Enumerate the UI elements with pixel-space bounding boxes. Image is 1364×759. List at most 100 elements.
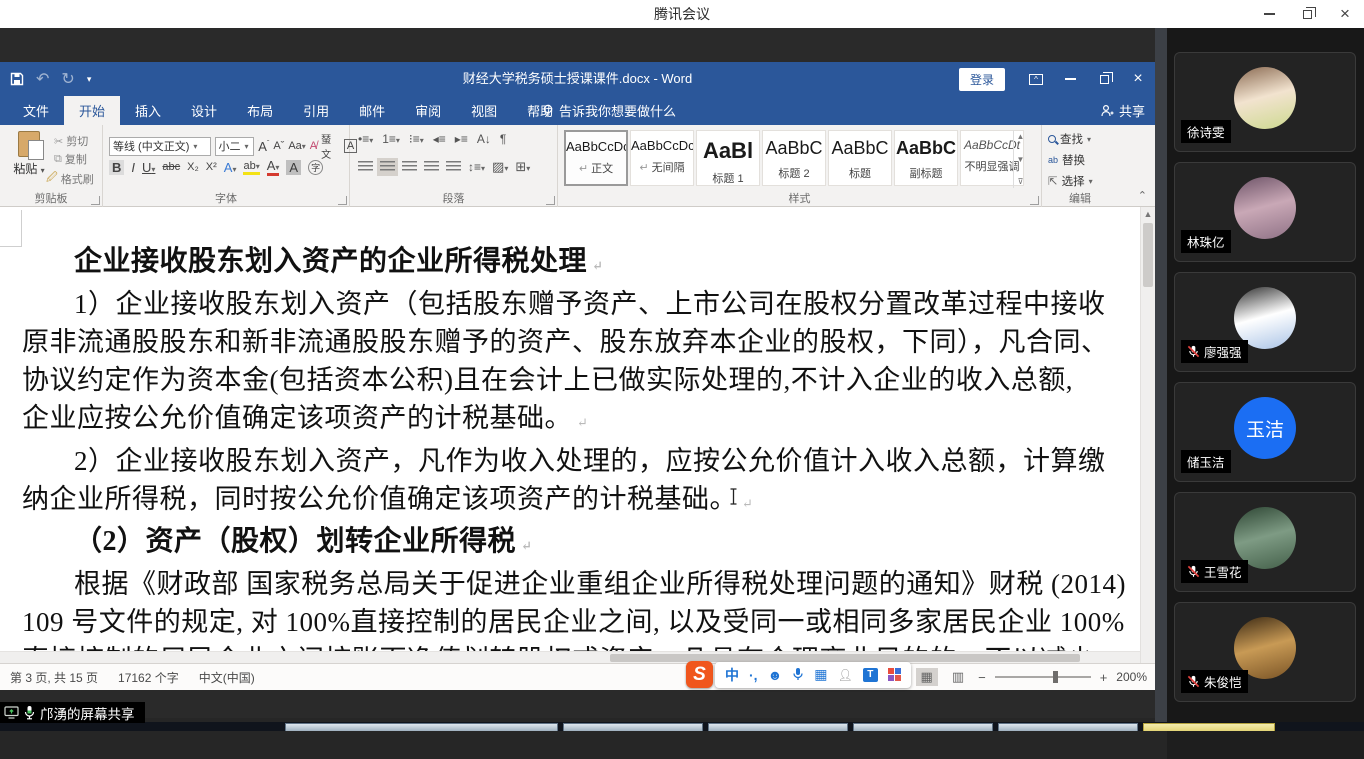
style-card[interactable]: AaBbC标题 2 [762, 130, 826, 186]
collapse-ribbon-button[interactable]: ⌃ [1138, 189, 1147, 202]
strikethrough-button[interactable]: abc [162, 161, 180, 173]
paste-button[interactable]: 粘贴 ▾ [8, 131, 50, 189]
ribbon-tab[interactable]: 邮件 [344, 96, 400, 125]
find-button[interactable]: 查找▾ [1048, 131, 1093, 147]
ime-skin-icon[interactable]: T [863, 668, 878, 682]
share-button[interactable]: 共享 [1100, 96, 1145, 125]
highlight-color-button[interactable]: ab▾ [243, 160, 259, 175]
numbering-button[interactable]: 1≡▾ [382, 132, 400, 146]
taskbar-window-button[interactable] [853, 723, 993, 731]
style-card[interactable]: AaBbCcDc无间隔 [630, 130, 694, 186]
style-card[interactable]: AaBbC副标题 [894, 130, 958, 186]
ribbon-tab[interactable]: 文件 [8, 96, 64, 125]
justify-button[interactable] [424, 161, 439, 173]
taskbar-window-button-highlighted[interactable] [1143, 723, 1275, 731]
align-right-button[interactable] [402, 161, 417, 173]
superscript-button[interactable]: X² [206, 161, 217, 173]
style-card[interactable]: AaBbC标题 [828, 130, 892, 186]
sogou-logo-icon[interactable]: S [686, 661, 713, 688]
ribbon-tab[interactable]: 开始 [64, 96, 120, 125]
taskbar-window-button[interactable] [563, 723, 703, 731]
cut-button[interactable]: ✂剪切 [54, 133, 88, 149]
italic-button[interactable]: I [131, 160, 135, 175]
font-size-select[interactable]: 小二▾ [215, 137, 255, 156]
vertical-scrollbar[interactable]: ▲ [1140, 207, 1155, 663]
decrease-indent-button[interactable]: ◂≡ [433, 132, 446, 146]
align-center-button[interactable] [380, 161, 395, 173]
vertical-scroll-thumb[interactable] [1143, 223, 1153, 287]
select-button[interactable]: ⇱选择▾ [1048, 173, 1093, 189]
ribbon-tab[interactable]: 视图 [456, 96, 512, 125]
paste-dropdown-icon[interactable]: ▾ [41, 166, 45, 175]
zoom-out-button[interactable]: − [978, 670, 986, 685]
scroll-up-icon[interactable]: ▲ [1141, 207, 1155, 219]
text-effects-button[interactable]: A▾ [224, 160, 237, 175]
ribbon-display-options-button[interactable]: ^ [1019, 62, 1053, 96]
taskbar-window-button[interactable] [285, 723, 558, 731]
grow-font-button[interactable]: Aˆ [258, 139, 269, 154]
paragraph-dialog-launcher[interactable] [546, 196, 555, 205]
participant-tile[interactable]: 林珠亿 [1174, 162, 1356, 262]
phonetic-guide-button[interactable]: 蝅文 [321, 131, 340, 161]
show-marks-button[interactable]: ¶ [500, 132, 506, 146]
distribute-button[interactable] [446, 161, 461, 173]
enclose-characters-button[interactable]: 字 [308, 160, 323, 175]
format-painter-button[interactable]: 🖉格式刷 [46, 169, 94, 188]
zoom-in-button[interactable]: + [1100, 670, 1108, 685]
style-card[interactable]: AaBbCcDc正文 [564, 130, 628, 186]
ribbon-tab[interactable]: 引用 [288, 96, 344, 125]
zoom-level[interactable]: 200% [1116, 670, 1147, 684]
zoom-slider-thumb[interactable] [1053, 671, 1058, 683]
borders-button[interactable]: ⊞▾ [515, 159, 530, 175]
word-restore-button[interactable] [1087, 62, 1121, 96]
word-minimize-button[interactable] [1053, 62, 1087, 96]
participant-tile[interactable]: 王雪花 [1174, 492, 1356, 592]
font-color-button[interactable]: A▾ [267, 158, 280, 176]
meeting-minimize-button[interactable] [1250, 0, 1288, 28]
change-case-button[interactable]: Aa▾ [288, 140, 305, 152]
taskbar-window-button[interactable] [708, 723, 848, 731]
ime-voice-icon[interactable] [792, 667, 804, 682]
bullets-button[interactable]: •≡▾ [358, 132, 373, 146]
styles-dialog-launcher[interactable] [1030, 196, 1039, 205]
bold-button[interactable]: B [109, 160, 124, 175]
subscript-button[interactable]: X₂ [187, 161, 199, 173]
replace-button[interactable]: ab替换 [1048, 152, 1093, 168]
underline-button[interactable]: U▾ [142, 160, 155, 175]
copy-button[interactable]: ⧉复制 [54, 151, 87, 167]
font-dialog-launcher[interactable] [338, 196, 347, 205]
ime-emoji-icon[interactable]: ☻ [768, 667, 783, 683]
shading-button[interactable]: ▨▾ [492, 159, 508, 175]
meeting-close-button[interactable]: × [1326, 0, 1364, 28]
ime-keyboard-icon[interactable]: ▦ [814, 666, 827, 683]
horizontal-scrollbar[interactable] [0, 651, 1140, 663]
multilevel-list-button[interactable]: ⁝≡▾ [409, 132, 424, 146]
ribbon-tab[interactable]: 布局 [232, 96, 288, 125]
shrink-font-button[interactable]: Aˇ [273, 140, 284, 152]
clear-formatting-button[interactable]: A̸ [310, 140, 317, 152]
ribbon-tab[interactable]: 设计 [176, 96, 232, 125]
ribbon-tab[interactable]: 插入 [120, 96, 176, 125]
ime-punctuation-icon[interactable]: ·, [749, 667, 758, 683]
styles-gallery-scroll[interactable]: ▲▼⊽ [1013, 130, 1027, 188]
participant-tile[interactable]: 朱俊恺 [1174, 602, 1356, 702]
character-shading-button[interactable]: A [286, 160, 301, 175]
print-layout-button[interactable]: ▦ [916, 668, 938, 686]
font-name-select[interactable]: 等线 (中文正文)▾ [109, 137, 211, 156]
meeting-restore-button[interactable] [1288, 0, 1326, 28]
gallery-down-icon[interactable]: ▼ [1017, 155, 1025, 164]
style-card[interactable]: AaBl标题 1 [696, 130, 760, 186]
ime-account-icon[interactable]: 👤︎ [838, 668, 853, 682]
ime-mode-button[interactable]: 中 [725, 665, 739, 685]
participant-tile[interactable]: 玉洁储玉洁 [1174, 382, 1356, 482]
gallery-more-icon[interactable]: ⊽ [1018, 177, 1024, 186]
web-layout-button[interactable]: ▥ [947, 668, 969, 686]
clipboard-dialog-launcher[interactable] [91, 196, 100, 205]
ribbon-tab[interactable]: 审阅 [400, 96, 456, 125]
align-left-button[interactable] [358, 161, 373, 173]
tell-me-box[interactable]: 告诉我你想要做什么 [530, 96, 688, 125]
sort-button[interactable]: A↓ [477, 132, 491, 146]
page-indicator[interactable]: 第 3 页, 共 15 页 [10, 669, 98, 686]
increase-indent-button[interactable]: ▸≡ [455, 132, 468, 146]
participant-tile[interactable]: 廖强强 [1174, 272, 1356, 372]
